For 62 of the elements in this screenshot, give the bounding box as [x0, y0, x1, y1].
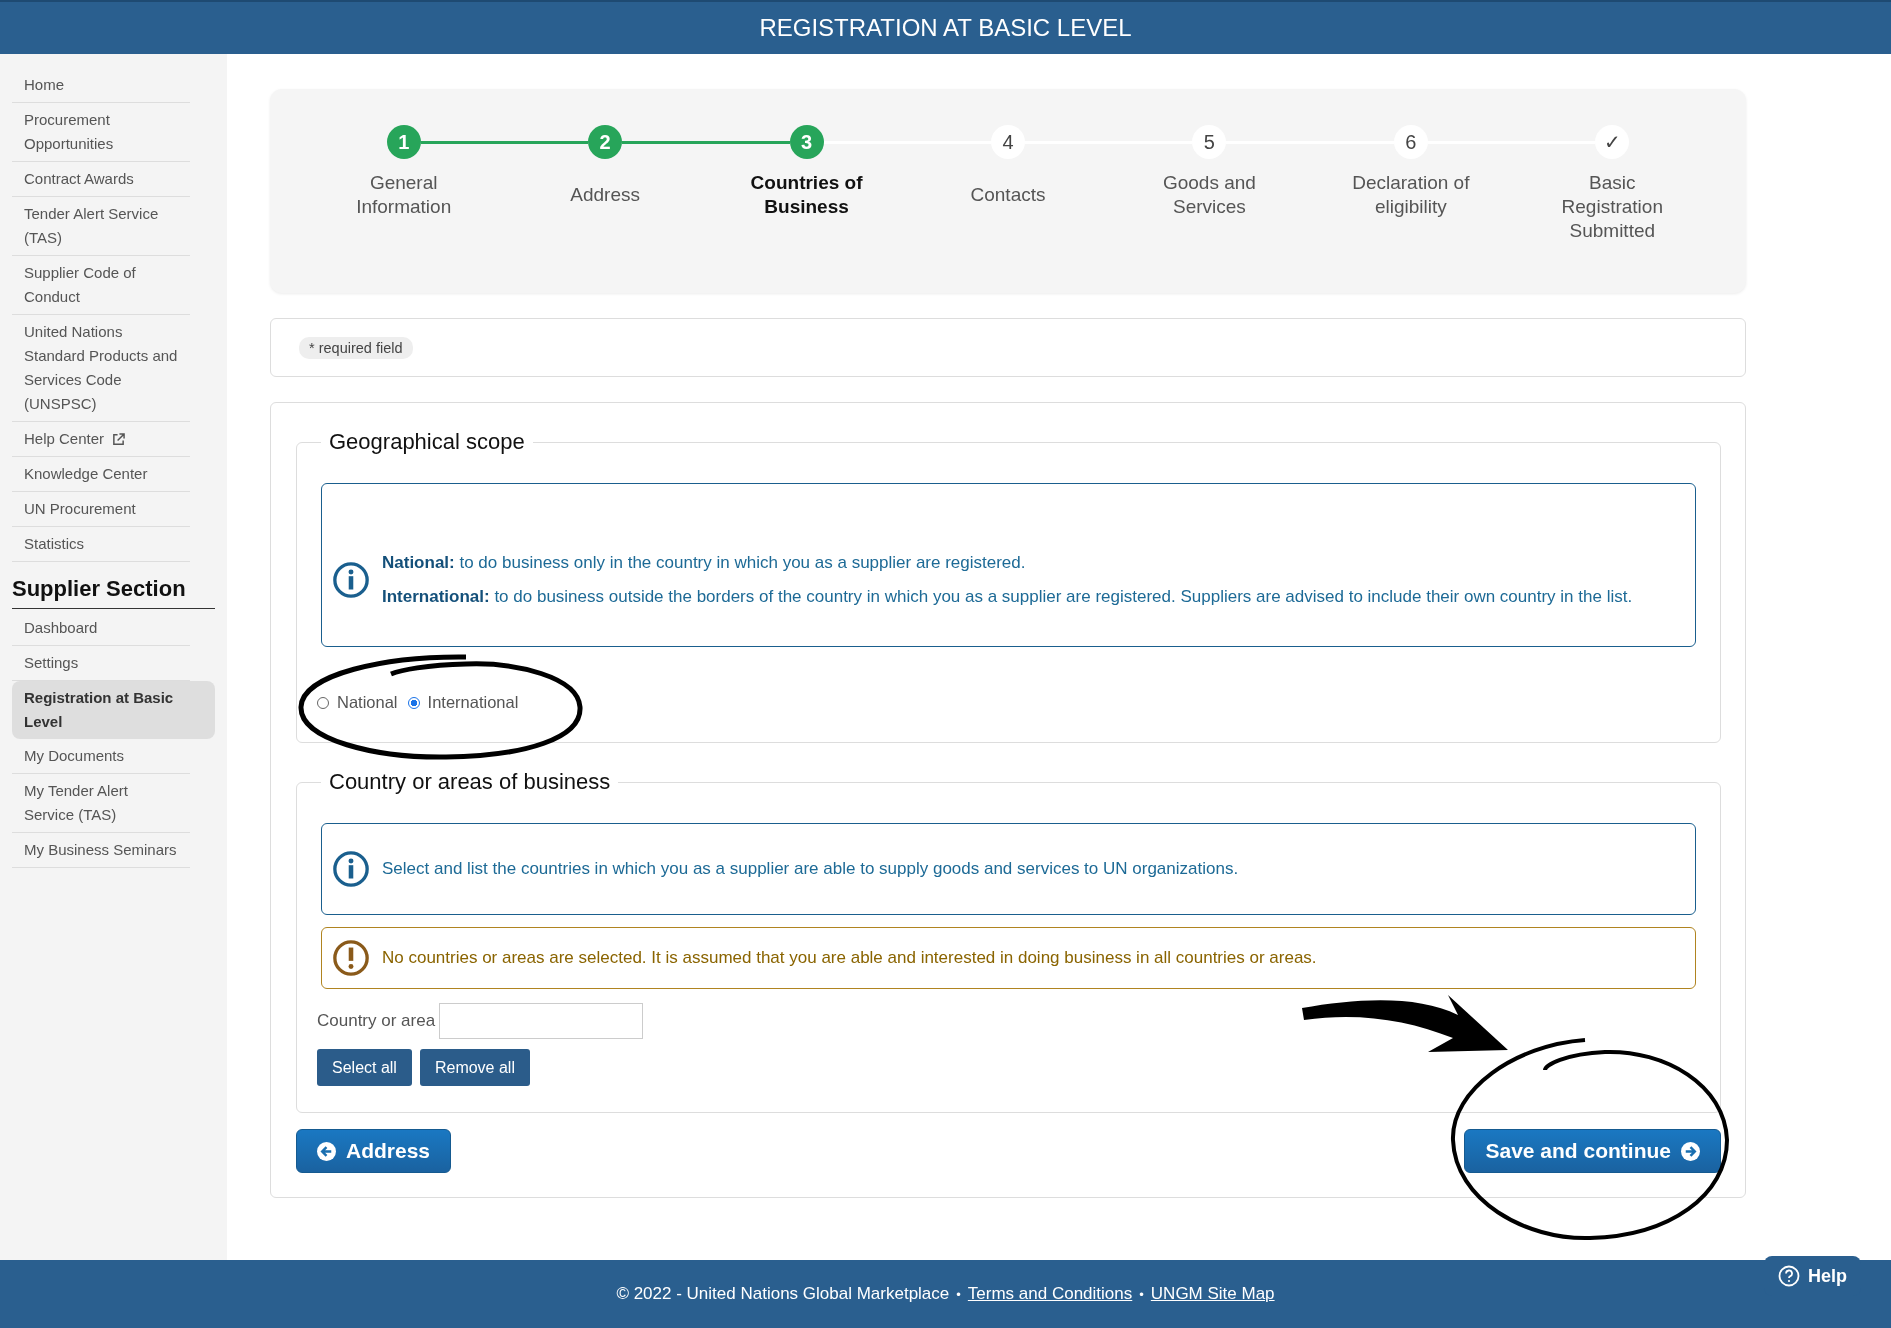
- warning-icon: [332, 939, 370, 977]
- external-link-icon: [112, 432, 126, 446]
- radio-button[interactable]: [317, 696, 329, 709]
- sidebar-link[interactable]: Home: [12, 68, 190, 103]
- step-number: 1: [386, 125, 421, 159]
- radio-button[interactable]: [407, 696, 420, 709]
- section-title: Geographical scope: [328, 429, 526, 455]
- sidebar-link[interactable]: Tender Alert Service (TAS): [12, 197, 190, 256]
- step-number: 6: [1393, 125, 1428, 159]
- step-number: 5: [1192, 125, 1227, 159]
- sidebar-link[interactable]: Dashboard: [12, 611, 190, 646]
- question-icon: [1778, 1265, 1800, 1287]
- step-label: Goods and Services: [1161, 171, 1257, 219]
- step-number: 2: [588, 125, 623, 159]
- sidebar-link[interactable]: Registration at Basic Level: [12, 681, 215, 739]
- sidebar-link[interactable]: Help Center: [12, 422, 190, 457]
- info-icon: [332, 561, 370, 599]
- radio-option[interactable]: International: [407, 693, 519, 712]
- section-title: Country or areas of business: [328, 769, 612, 795]
- warning-text: No countries or areas are selected. It is assumed that you are able and interested in doing business in all countries or areas.: [382, 948, 1317, 968]
- sidebar-link[interactable]: Statistics: [12, 527, 190, 562]
- step-number: 3: [789, 125, 824, 159]
- arrow-right-icon: [1681, 1141, 1700, 1161]
- separator-dot: •: [956, 1286, 961, 1302]
- step-number: ✓: [1595, 125, 1630, 159]
- required-note: * required field: [299, 336, 413, 359]
- action-button[interactable]: Select all: [317, 1049, 412, 1086]
- copyright-text: © 2022 - United Nations Global Marketplace: [616, 1284, 950, 1304]
- step-label: Countries of Business: [749, 171, 864, 219]
- step-label: Declaration of eligibility: [1351, 171, 1471, 219]
- sidebar-link[interactable]: Knowledge Center: [12, 457, 190, 492]
- arrow-left-icon: [317, 1141, 336, 1161]
- step-number: 4: [991, 125, 1025, 159]
- back-button[interactable]: Address: [296, 1129, 452, 1173]
- page-title: REGISTRATION AT BASIC LEVEL: [759, 14, 1132, 42]
- step-label: Contacts: [970, 183, 1046, 207]
- sidebar-link[interactable]: My Business Seminars: [12, 833, 190, 868]
- info-text: Select and list the countries in which you as a supplier are able to supply goods and services to UN organizations.: [382, 858, 1239, 880]
- sidebar-link[interactable]: Procurement Opportunities: [12, 103, 190, 162]
- field-label: Country or area: [317, 1011, 436, 1031]
- radio-option[interactable]: National: [317, 693, 398, 712]
- step-label: Basic Registration Submitted: [1560, 171, 1664, 243]
- sidebar-link[interactable]: United Nations Standard Products and Services Code (UNSPSC): [12, 315, 190, 422]
- info-text: National: to do business only in the country in which you as a supplier are registered.: [382, 552, 1027, 574]
- footer-link[interactable]: UNGM Site Map: [1150, 1284, 1275, 1304]
- sidebar-link[interactable]: UN Procurement: [12, 492, 190, 527]
- sidebar-link[interactable]: Supplier Code of Conduct: [12, 256, 190, 315]
- radio-label: International: [427, 693, 519, 712]
- step-label: General Information: [355, 171, 453, 219]
- sidebar-link[interactable]: Contract Awards: [12, 162, 190, 197]
- save-continue-button[interactable]: Save and continue: [1464, 1129, 1721, 1173]
- sidebar-link[interactable]: My Documents: [12, 739, 190, 774]
- radio-label: National: [337, 693, 398, 712]
- step-label: Address: [570, 183, 640, 207]
- sidebar-link[interactable]: My Tender Alert Service (TAS): [12, 774, 190, 833]
- section-heading: Supplier Section: [12, 562, 215, 609]
- separator-dot: •: [1139, 1286, 1144, 1302]
- info-text: International: to do business outside the borders of the country in which you as a supplier are registered. Suppliers are advised to include their own country in the list.: [382, 586, 1633, 608]
- country-input-field[interactable]: [439, 1003, 644, 1039]
- info-icon: [332, 850, 370, 888]
- action-button[interactable]: Remove all: [419, 1049, 530, 1086]
- footer-link[interactable]: Terms and Conditions: [967, 1284, 1133, 1304]
